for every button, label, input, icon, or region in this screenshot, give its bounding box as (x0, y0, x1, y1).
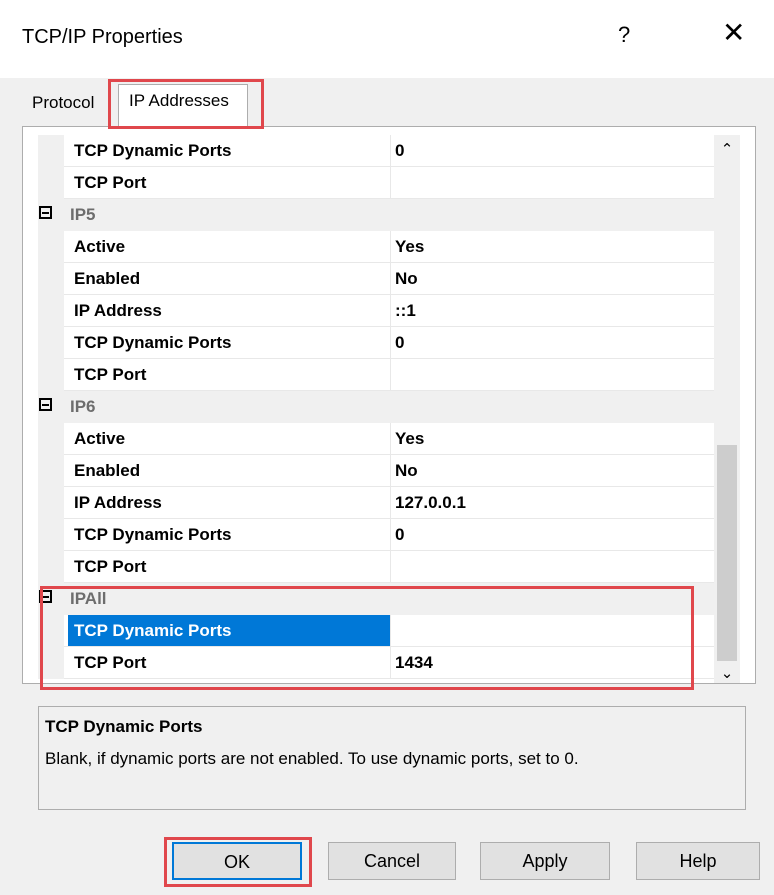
column-divider (390, 231, 391, 263)
column-divider (390, 295, 391, 327)
property-name: Enabled (74, 269, 141, 288)
property-grid: TCP Dynamic Ports 0 TCP Port IP5 Active Yes En… (38, 135, 714, 679)
description-text: Blank, if dynamic ports are not enabled.… (45, 749, 579, 768)
property-name: TCP Dynamic Ports (74, 525, 232, 544)
tab-ip-addresses[interactable]: IP Addresses (118, 84, 248, 126)
collapse-icon[interactable] (39, 206, 52, 219)
property-row[interactable]: TCP Dynamic Ports (38, 615, 714, 647)
column-divider (390, 135, 391, 167)
window-title: TCP/IP Properties (22, 26, 183, 48)
group-label: IP5 (70, 205, 96, 224)
tcpip-properties-dialog: TCP/IP Properties ? ✕ Protocol IP Addres… (0, 0, 774, 895)
row-gutter (38, 359, 64, 391)
column-divider (390, 551, 391, 583)
property-row[interactable]: TCP Dynamic Ports 0 (38, 327, 714, 359)
property-value[interactable]: 127.0.0.1 (395, 493, 466, 513)
collapse-icon[interactable] (39, 398, 52, 411)
row-gutter (38, 167, 64, 199)
cancel-button[interactable]: Cancel (328, 842, 456, 880)
row-gutter (38, 295, 64, 327)
description-title: TCP Dynamic Ports (45, 717, 203, 736)
column-divider (390, 327, 391, 359)
row-gutter (38, 231, 64, 263)
column-divider (390, 359, 391, 391)
row-gutter (38, 423, 64, 455)
property-value[interactable]: 1434 (395, 653, 433, 673)
row-gutter (38, 455, 64, 487)
group-label: IP6 (70, 397, 96, 416)
column-divider (390, 615, 391, 647)
property-row[interactable]: Enabled No (38, 455, 714, 487)
property-row[interactable]: Enabled No (38, 263, 714, 295)
group-label: IPAll (70, 589, 107, 608)
property-value[interactable]: 0 (395, 141, 404, 161)
property-value[interactable]: No (395, 461, 418, 481)
property-name: IP Address (74, 493, 162, 512)
column-divider (390, 263, 391, 295)
property-name: Active (74, 237, 126, 256)
property-row[interactable]: TCP Port (38, 167, 714, 199)
property-name: TCP Port (74, 365, 147, 384)
property-row[interactable]: TCP Dynamic Ports 0 (38, 135, 714, 167)
property-row[interactable]: IP Address 127.0.0.1 (38, 487, 714, 519)
property-name: TCP Dynamic Ports (74, 333, 232, 352)
property-value[interactable]: 0 (395, 525, 404, 545)
help-icon[interactable]: ? (618, 22, 630, 48)
property-name: TCP Dynamic Ports (74, 141, 232, 160)
row-divider (64, 678, 714, 679)
column-divider (390, 455, 391, 487)
property-description: TCP Dynamic Ports Blank, if dynamic port… (38, 706, 746, 810)
property-row[interactable]: TCP Port (38, 359, 714, 391)
help-button[interactable]: Help (636, 842, 760, 880)
apply-button[interactable]: Apply (480, 842, 610, 880)
property-name: TCP Port (74, 653, 147, 672)
property-row[interactable]: TCP Port 1434 (38, 647, 714, 679)
tab-protocol[interactable]: Protocol (32, 93, 94, 113)
scroll-up-icon[interactable]: ⌃ (719, 142, 735, 158)
property-value[interactable]: No (395, 269, 418, 289)
collapse-icon[interactable] (39, 590, 52, 603)
property-name: TCP Port (74, 173, 147, 192)
close-icon[interactable]: ✕ (722, 18, 745, 48)
property-value[interactable]: Yes (395, 237, 424, 257)
row-gutter (38, 327, 64, 359)
group-row[interactable]: IPAll (38, 583, 714, 615)
row-gutter (38, 551, 64, 583)
property-row[interactable]: Active Yes (38, 423, 714, 455)
property-name: IP Address (74, 301, 162, 320)
column-divider (390, 487, 391, 519)
property-row[interactable]: IP Address::1 (38, 295, 714, 327)
property-value[interactable]: 0 (395, 333, 404, 353)
row-gutter (38, 263, 64, 295)
property-row[interactable]: Active Yes (38, 231, 714, 263)
property-name: TCP Dynamic Ports (74, 621, 232, 640)
ok-button[interactable]: OK (172, 842, 302, 880)
property-name: Enabled (74, 461, 141, 480)
group-row[interactable]: IP6 (38, 391, 714, 423)
row-gutter (38, 135, 64, 167)
row-gutter (38, 487, 64, 519)
column-divider (390, 167, 391, 199)
column-divider (390, 519, 391, 551)
title-bar: TCP/IP Properties ? ✕ (0, 0, 774, 78)
row-gutter (38, 615, 64, 647)
property-name: Active (74, 429, 126, 448)
group-row[interactable]: IP5 (38, 199, 714, 231)
column-divider (390, 423, 391, 455)
property-row[interactable]: TCP Port (38, 551, 714, 583)
property-row[interactable]: TCP Dynamic Ports 0 (38, 519, 714, 551)
scroll-thumb[interactable] (717, 445, 737, 661)
scroll-down-icon[interactable]: ⌄ (719, 666, 735, 682)
vertical-scrollbar[interactable]: ⌃ ⌄ (714, 135, 740, 683)
row-gutter (38, 647, 64, 679)
row-gutter (38, 519, 64, 551)
property-name: TCP Port (74, 557, 147, 576)
property-value[interactable]: ::1 (395, 301, 416, 321)
column-divider (390, 647, 391, 679)
property-value[interactable]: Yes (395, 429, 424, 449)
